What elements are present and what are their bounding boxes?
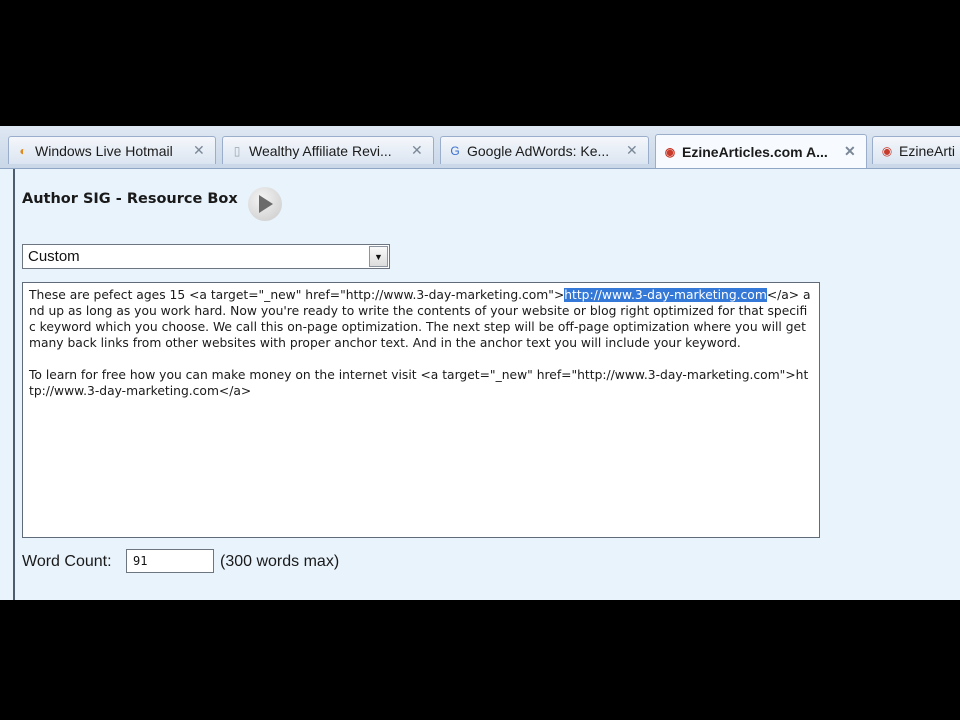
left-border [13, 169, 15, 600]
selected-text: http://www.3-day-marketing.com [564, 288, 767, 302]
resource-box-panel: Author SIG - Resource Box Custom ▼ These… [0, 169, 960, 600]
ezinearticles-icon: ◉ [881, 143, 893, 158]
browser-window: ◐ Windows Live Hotmail ✕ ▯ Wealthy Affiliate… [0, 126, 960, 600]
signature-select-value: Custom [28, 248, 80, 265]
word-count-label: Word Count: [22, 553, 112, 570]
chevron-down-icon[interactable]: ▼ [369, 246, 388, 267]
signature-select[interactable]: Custom ▼ [22, 244, 390, 269]
google-icon: G [450, 143, 460, 158]
hotmail-icon: ◐ [19, 143, 27, 158]
play-button[interactable] [248, 187, 282, 221]
resource-box-textarea[interactable]: These are pefect ages 15 <a target="_new… [22, 282, 820, 538]
resource-paragraph-1: These are pefect ages 15 <a target="_new… [29, 287, 813, 351]
tab-label: Wealthy Affiliate Revi... [249, 142, 392, 159]
tab-3[interactable]: G Google AdWords: Ke... ✕ [440, 136, 649, 164]
play-icon [259, 195, 273, 213]
tab-bar: ◐ Windows Live Hotmail ✕ ▯ Wealthy Affiliate… [0, 126, 960, 169]
tab-label: Google AdWords: Ke... [467, 142, 610, 159]
ezinearticles-icon: ◉ [664, 144, 676, 159]
paragraph-text: These are pefect ages 15 <a target="_new… [29, 288, 565, 302]
close-icon[interactable]: ✕ [844, 143, 858, 160]
tab-1[interactable]: ◐ Windows Live Hotmail ✕ [8, 136, 216, 164]
tab-2[interactable]: ▯ Wealthy Affiliate Revi... ✕ [222, 136, 434, 164]
close-icon[interactable]: ✕ [193, 142, 207, 159]
close-icon[interactable]: ✕ [626, 142, 640, 159]
resource-paragraph-2: To learn for free how you can make money… [29, 368, 809, 398]
section-title: Author SIG - Resource Box [22, 191, 238, 207]
close-icon[interactable]: ✕ [411, 142, 425, 159]
word-count-field[interactable]: 91 [126, 549, 214, 573]
tab-label: EzineArti [899, 142, 956, 159]
tab-label: EzineArticles.com A... [682, 143, 828, 160]
tab-label: Windows Live Hotmail [35, 142, 173, 159]
tab-4[interactable]: ◉ EzineArticles.com A... ✕ [655, 134, 867, 168]
page-icon: ▯ [233, 143, 241, 158]
tab-5[interactable]: ◉ EzineArti [872, 136, 960, 164]
word-count-note: (300 words max) [220, 553, 340, 570]
